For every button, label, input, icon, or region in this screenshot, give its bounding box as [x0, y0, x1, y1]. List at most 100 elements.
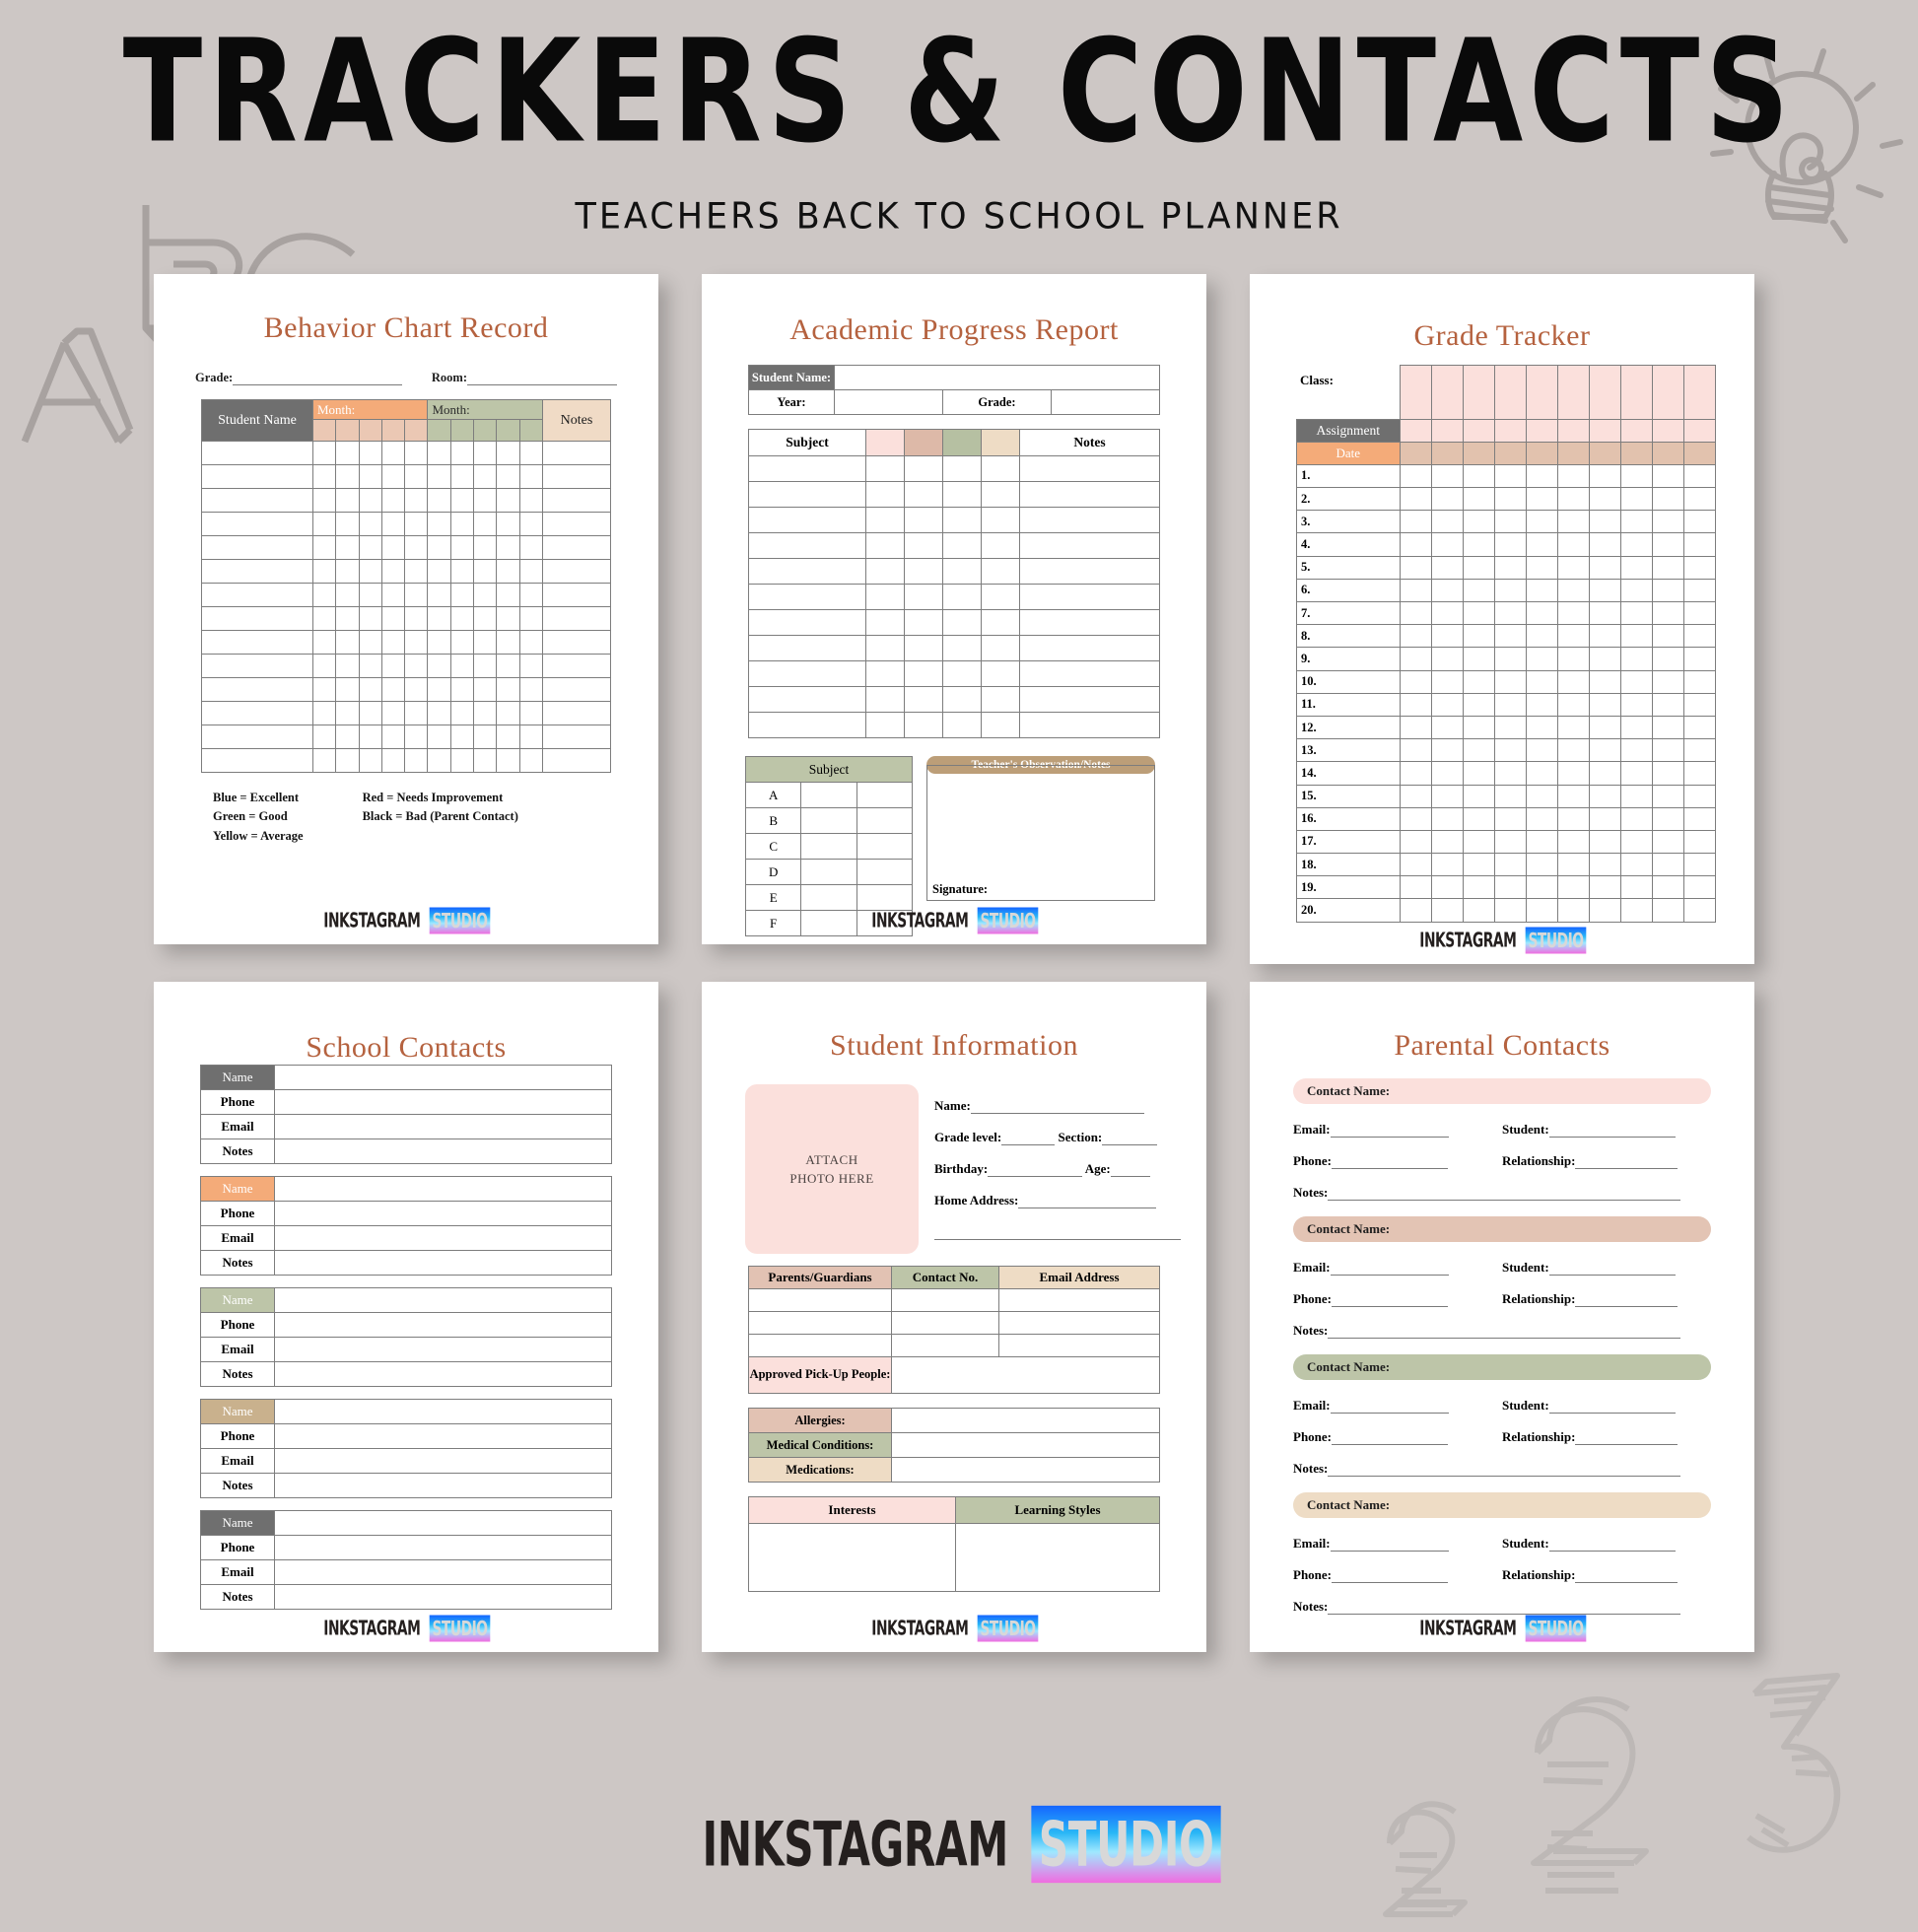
cell-mark[interactable] [518, 677, 544, 702]
grade-cell[interactable] [1462, 555, 1495, 580]
cell-mark[interactable] [518, 441, 544, 465]
table-row[interactable]: Phone [200, 1089, 612, 1115]
cell-mark[interactable] [427, 748, 451, 773]
cell-student-name[interactable] [201, 535, 313, 560]
grade-cell[interactable] [1682, 578, 1716, 603]
table-row[interactable] [201, 606, 611, 631]
cell-mark[interactable] [473, 559, 498, 584]
table-row[interactable] [748, 481, 1160, 508]
cell-student-name[interactable] [201, 724, 313, 749]
grade-cell[interactable] [1619, 555, 1653, 580]
cell-mark[interactable] [449, 535, 475, 560]
grade-cell[interactable] [1462, 463, 1495, 489]
date-cell[interactable] [1462, 441, 1495, 465]
cell-mark[interactable] [518, 724, 544, 749]
cell-g2[interactable] [904, 558, 943, 585]
grade-cell[interactable] [1619, 463, 1653, 489]
grade-cell[interactable] [1556, 669, 1590, 694]
phone-relationship-row[interactable]: Phone: Relationship: [1293, 1291, 1711, 1307]
scale-value-2[interactable] [856, 859, 914, 885]
student-name-input[interactable] [834, 365, 1160, 390]
sheet-behavior-chart-record[interactable]: Behavior Chart Record Grade: Room: Stude… [154, 274, 658, 944]
table-row[interactable]: Name [200, 1510, 612, 1536]
grade-cell[interactable] [1556, 761, 1590, 786]
table-row[interactable] [748, 507, 1160, 533]
grade-cell[interactable] [1462, 578, 1495, 603]
grade-cell[interactable] [1399, 829, 1432, 855]
cell-mark[interactable] [335, 512, 360, 536]
table-row[interactable]: 9. [1296, 647, 1716, 671]
cell-mark[interactable] [311, 488, 337, 513]
table-row[interactable] [748, 558, 1160, 585]
grade-cell[interactable] [1493, 600, 1527, 626]
medical-input[interactable] [891, 1408, 1160, 1433]
grade-cell[interactable] [1682, 784, 1716, 808]
grade-cell[interactable] [1525, 600, 1558, 626]
grade-cell[interactable] [1493, 715, 1527, 740]
cell-mark[interactable] [473, 606, 498, 631]
cell-subject[interactable] [748, 686, 866, 713]
cell-student-name[interactable] [201, 677, 313, 702]
email-input-line[interactable] [1330, 1538, 1449, 1552]
cell-mark[interactable] [449, 606, 475, 631]
relationship-field[interactable]: Relationship: [1502, 1291, 1711, 1307]
grade-cell[interactable] [1399, 806, 1432, 831]
cell-parent[interactable] [748, 1288, 892, 1312]
grade-cell[interactable] [1430, 555, 1464, 580]
cell-mark[interactable] [335, 464, 360, 489]
table-row[interactable]: A [744, 782, 914, 808]
notes-field[interactable]: Notes: [1293, 1461, 1711, 1477]
cell-mark[interactable] [404, 654, 429, 678]
cell-subject[interactable] [748, 660, 866, 687]
grade-cell[interactable] [1462, 692, 1495, 717]
assignment-col-header[interactable] [1399, 365, 1432, 420]
contact-field-input[interactable] [274, 1361, 612, 1387]
table-row[interactable]: 16. [1296, 806, 1716, 831]
cell-mark[interactable] [335, 701, 360, 725]
table-row[interactable] [201, 512, 611, 536]
grade-cell[interactable] [1682, 555, 1716, 580]
cell-student-name[interactable] [201, 559, 313, 584]
parental-contact-block[interactable]: Contact Name: Email: Student: Phone: Relatio… [1293, 1078, 1711, 1201]
cell-mark[interactable] [449, 677, 475, 702]
phone-relationship-row[interactable]: Phone: Relationship: [1293, 1153, 1711, 1169]
contact-field-input[interactable] [274, 1584, 612, 1610]
notes-input-line[interactable] [1328, 1325, 1681, 1339]
cell-mark[interactable] [473, 535, 498, 560]
table-row[interactable]: Medical Conditions: [748, 1432, 1160, 1458]
email-student-row[interactable]: Email: Student: [1293, 1122, 1711, 1138]
student-field[interactable]: Student: [1502, 1260, 1711, 1276]
grade-cell[interactable] [1619, 829, 1653, 855]
cell-g4[interactable] [981, 558, 1020, 585]
grade-cell[interactable] [1430, 463, 1464, 489]
grade-cell[interactable] [1556, 715, 1590, 740]
cell-notes[interactable] [1019, 660, 1160, 687]
grade-cell[interactable] [1399, 669, 1432, 694]
contact-field-input[interactable] [274, 1535, 612, 1560]
email-input-line[interactable] [1330, 1262, 1449, 1276]
table-row[interactable]: Notes [200, 1473, 612, 1498]
table-row[interactable]: Phone [200, 1423, 612, 1449]
sheet-school-contacts[interactable]: School Contacts Name Phone Email Notes Name P… [154, 982, 658, 1652]
grade-cell[interactable] [1525, 692, 1558, 717]
observation-textarea[interactable]: Signature: [926, 765, 1155, 901]
name-input-line[interactable] [970, 1100, 1144, 1114]
contact-field-input[interactable] [274, 1201, 612, 1226]
grade-cell[interactable] [1525, 898, 1558, 923]
grade-cell[interactable] [1430, 624, 1464, 649]
grade-cell[interactable] [1399, 784, 1432, 808]
grade-col-1[interactable] [865, 429, 905, 456]
table-row[interactable] [201, 488, 611, 513]
scale-value-2[interactable] [856, 833, 914, 860]
table-row[interactable] [748, 686, 1160, 713]
grade-cell[interactable] [1430, 875, 1464, 900]
table-row[interactable]: 8. [1296, 624, 1716, 649]
birthday-input-line[interactable] [988, 1163, 1083, 1177]
grade-cell[interactable] [1588, 578, 1621, 603]
table-row[interactable]: 20. [1296, 898, 1716, 923]
grade-cell[interactable] [1462, 761, 1495, 786]
grade-col-3[interactable] [942, 429, 982, 456]
cell-mark[interactable] [518, 535, 544, 560]
cell-mark[interactable] [473, 724, 498, 749]
sheet-student-information[interactable]: Student Information ATTACH PHOTO HERE Na… [702, 982, 1206, 1652]
